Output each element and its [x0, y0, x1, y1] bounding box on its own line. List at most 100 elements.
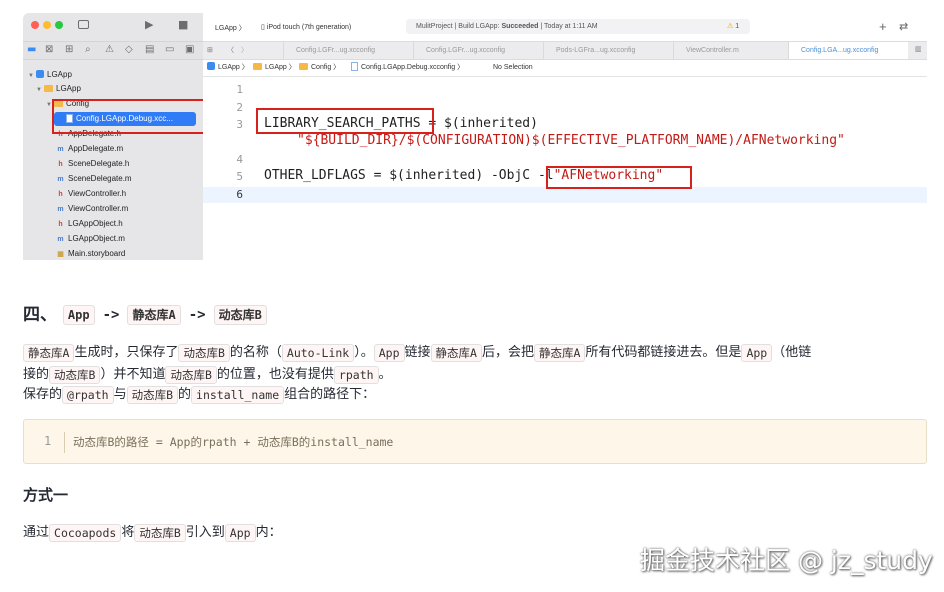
grid-icon[interactable]: ⊞: [207, 46, 213, 54]
inline-code: 动态库B: [213, 305, 267, 325]
highlight-box-ldflags: [546, 166, 692, 189]
jumpbar-file[interactable]: Config.LGApp.Debug.xcconfig 〉: [351, 60, 464, 76]
watermark: 掘金技术社区 @ jz_study: [640, 546, 933, 575]
warning-icon[interactable]: ⚠ 1: [727, 22, 739, 30]
editor-options-icon[interactable]: ▥: [915, 45, 922, 53]
storyboard-file-icon: ▦: [57, 251, 64, 258]
tab-pods-config[interactable]: Pods-LGFra...ug.xcconfig: [543, 42, 673, 59]
code-line-3-continuation[interactable]: "${BUILD_DIR}/$(CONFIGURATION)$(EFFECTIV…: [297, 133, 845, 148]
back-icon[interactable]: 〈: [227, 45, 234, 55]
header-file-icon: h: [58, 191, 63, 198]
current-line-highlight: [203, 187, 927, 203]
destination-selector[interactable]: ▯ iPod touch (7th generation): [261, 23, 351, 31]
line-number: 3: [236, 118, 243, 131]
test-navigator-icon[interactable]: ◇: [125, 45, 133, 55]
tab-viewcontroller[interactable]: ViewController.m: [673, 42, 788, 59]
minimize-window-button[interactable]: [43, 21, 51, 29]
activity-status: MulitProject | Build LGApp: Succeeded | …: [406, 19, 750, 34]
implementation-file-icon: m: [57, 206, 64, 213]
breakpoint-navigator-icon[interactable]: ▭: [165, 45, 174, 55]
close-window-button[interactable]: [31, 21, 39, 29]
zoom-window-button[interactable]: [55, 21, 63, 29]
source-editor: LGApp 〉 ▯ iPod touch (7th generation) Mu…: [203, 13, 927, 260]
jumpbar-config[interactable]: Config 〉: [299, 60, 340, 76]
section-heading-4: 四、 App -> 静态库A -> 动态库B: [23, 300, 267, 325]
line-gutter: 1 2 3 4 5 6: [203, 77, 265, 260]
editor-tabbar: ⊞ 〈 〉 Config.LGFr...ug.xcconfig Config.L…: [203, 41, 927, 60]
swap-icon[interactable]: ⇄: [899, 20, 908, 33]
tree-item-file[interactable]: m LGAppObject.m: [56, 232, 125, 246]
navigator-selector-bar: ▬ ⊠ ⊞ ⌕ ⚠ ◇ ▤ ▭ ▣: [23, 41, 203, 60]
source-control-icon[interactable]: ⊠: [45, 45, 53, 55]
debug-navigator-icon[interactable]: ▤: [145, 45, 154, 55]
tree-item-file[interactable]: h ViewController.h: [56, 187, 126, 201]
line-number: 5: [236, 170, 243, 183]
add-icon[interactable]: +: [879, 19, 887, 34]
paragraph-1-cont: 接的 动态库B ）并不知道 动态库B 的位置，也没有提供 rpath。: [23, 365, 392, 384]
tree-item-file[interactable]: m AppDelegate.m: [56, 142, 123, 156]
tab-config-lgfr-2[interactable]: Config.LGFr...ug.xcconfig: [413, 42, 543, 59]
jumpbar-group[interactable]: LGApp 〉: [253, 60, 296, 76]
forward-icon[interactable]: 〉: [241, 45, 248, 55]
disclosure-open-icon[interactable]: ▼: [36, 83, 44, 97]
inline-code: 动态库B: [126, 385, 179, 404]
inline-code: 动态库B: [165, 365, 217, 384]
tree-item-file[interactable]: h SceneDelegate.h: [56, 157, 129, 171]
config-file-icon: [351, 62, 358, 71]
tab-config-lgapp[interactable]: Config.LGA...ug.xcconfig: [788, 42, 908, 59]
header-file-icon: h: [58, 161, 63, 168]
code-text: 动态库B的路径 = App的rpath + 动态库B的install_name: [73, 435, 394, 449]
tree-item-project[interactable]: ▼ LGApp: [28, 68, 72, 82]
report-navigator-icon[interactable]: ▣: [185, 45, 194, 55]
inline-code: rpath: [333, 365, 379, 384]
implementation-file-icon: m: [57, 176, 64, 183]
inline-code: App: [741, 343, 773, 362]
folder-navigator-icon[interactable]: ▬: [27, 45, 36, 55]
folder-icon: [44, 85, 53, 92]
project-navigator: ▶ ■ ▬ ⊠ ⊞ ⌕ ⚠ ◇ ▤ ▭ ▣ ▼ LGApp ▼ LGApp ▼ Con…: [23, 13, 205, 260]
tree-item-file[interactable]: ▦ Main.storyboard: [56, 247, 125, 260]
section-heading-method-1: 方式一: [23, 486, 69, 504]
stop-icon[interactable]: ■: [178, 19, 188, 30]
jumpbar-project[interactable]: LGApp 〉: [207, 60, 249, 76]
inline-code: Auto-Link: [281, 343, 355, 362]
tree-item-file[interactable]: h LGAppObject.h: [56, 217, 122, 231]
issue-navigator-icon[interactable]: ⚠: [105, 45, 114, 55]
code-line-number: 1: [44, 434, 52, 448]
sidebar-toggle-icon[interactable]: [78, 20, 89, 29]
paragraph-1: 静态库A 生成时，只保存了 动态库B 的名称（ Auto-Link）。 App 链接 静态库A…: [23, 343, 811, 363]
highlight-box-file: [52, 99, 205, 134]
jump-bar: LGApp 〉 LGApp 〉 Config 〉 Config.LGApp.De…: [203, 60, 927, 77]
line-number: 4: [236, 153, 243, 166]
jumpbar-selection[interactable]: No Selection: [493, 60, 533, 76]
inline-code: 动态库B: [178, 343, 230, 362]
highlight-box-search-paths: [256, 108, 434, 134]
inline-code: App: [62, 305, 95, 325]
inline-code: 静态库A: [23, 343, 75, 362]
paragraph-2: 保存的 @rpath 与动态库B 的 install_name 组合的路径下：: [23, 385, 376, 404]
tree-item-file[interactable]: m ViewController.m: [56, 202, 128, 216]
code-block[interactable]: 1 动态库B的路径 = App的rpath + 动态库B的install_nam…: [23, 419, 927, 464]
find-navigator-icon[interactable]: ⌕: [85, 45, 91, 55]
tree-item-file[interactable]: m SceneDelegate.m: [56, 172, 131, 186]
inline-code: 静态库A: [533, 343, 586, 362]
inline-code: @rpath: [62, 385, 114, 404]
inline-code: Cocoapods: [49, 523, 122, 542]
line-number: 6: [236, 188, 243, 201]
tab-config-lgfr-1[interactable]: Config.LGFr...ug.xcconfig: [283, 42, 413, 59]
implementation-file-icon: m: [57, 236, 64, 243]
inline-code: App: [373, 343, 405, 362]
xcode-screenshot: ▶ ■ ▬ ⊠ ⊞ ⌕ ⚠ ◇ ▤ ▭ ▣ ▼ LGApp ▼ LGApp ▼ Con…: [23, 13, 927, 260]
inline-code: 静态库A: [127, 305, 181, 325]
disclosure-open-icon[interactable]: ▼: [28, 69, 36, 83]
paragraph-3: 通过 Cocoapods 将动态库B 引入到 App 内：: [23, 523, 282, 542]
inline-code: 静态库A: [430, 343, 482, 362]
project-icon: [36, 70, 44, 78]
run-icon[interactable]: ▶: [145, 19, 153, 30]
inline-code: 动态库B: [134, 523, 186, 542]
line-number: 2: [236, 101, 243, 114]
tree-item-group-lgapp[interactable]: ▼ LGApp: [36, 82, 81, 96]
symbol-navigator-icon[interactable]: ⊞: [65, 45, 73, 55]
scheme-selector[interactable]: LGApp 〉: [215, 23, 246, 33]
header-file-icon: h: [58, 221, 63, 228]
